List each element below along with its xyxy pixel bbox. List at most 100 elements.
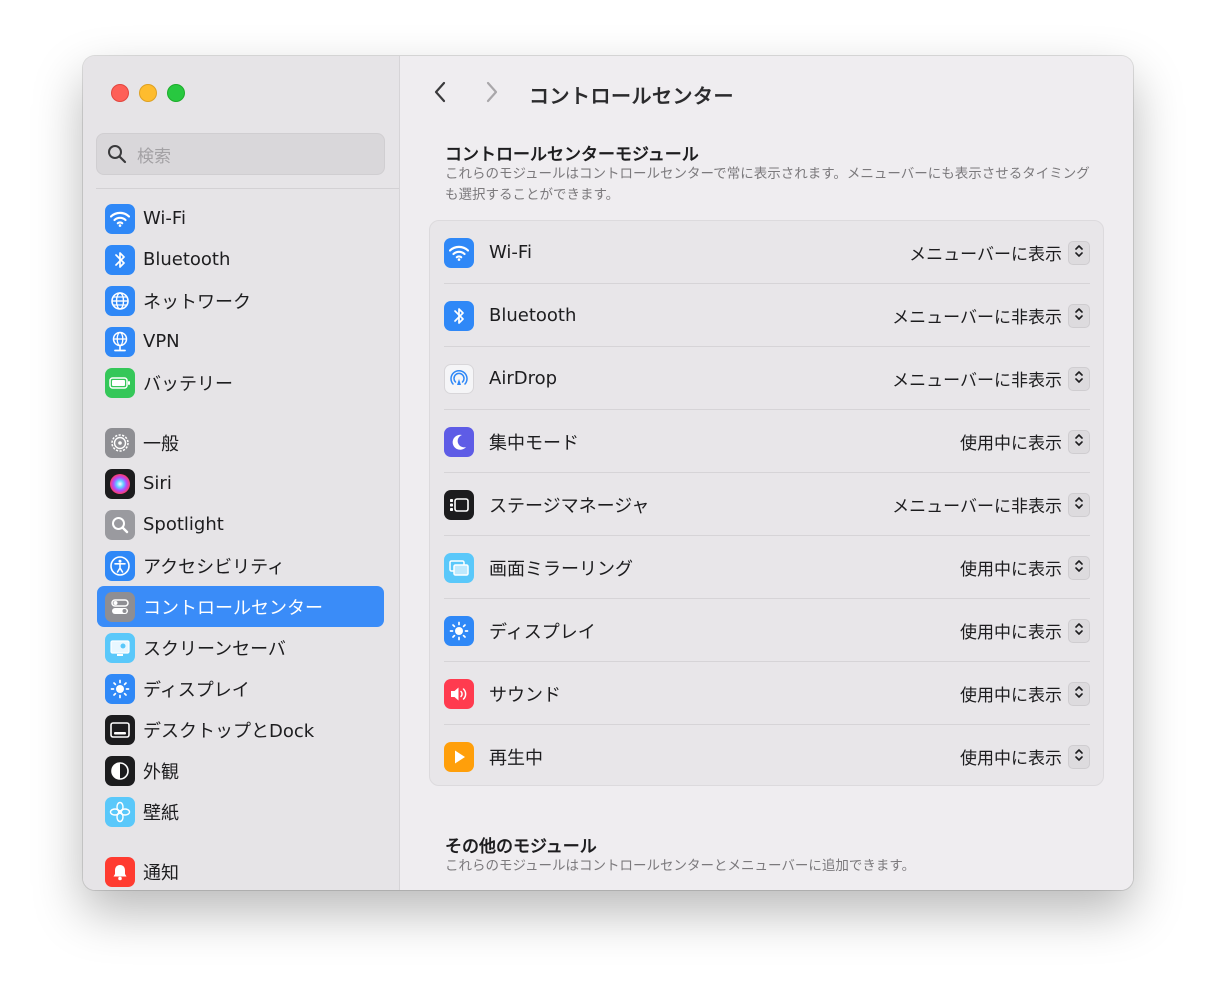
sidebar-item-siri[interactable]: Siri bbox=[97, 463, 384, 504]
module-row-focus: 集中モード 使用中に表示 bbox=[444, 410, 1090, 473]
sidebar-item-appearance[interactable]: 外観 bbox=[97, 750, 384, 791]
siri-icon bbox=[105, 468, 135, 499]
sidebar-divider bbox=[96, 188, 399, 189]
sidebar-item-accessibility[interactable]: アクセシビリティ bbox=[97, 545, 384, 586]
sidebar-item-notifications[interactable]: 通知 bbox=[97, 851, 384, 890]
play-icon bbox=[444, 741, 474, 772]
sidebar-item-label: Wi-Fi bbox=[143, 208, 186, 229]
sidebar-item-screensaver[interactable]: スクリーンセーバ bbox=[97, 627, 384, 668]
sun-icon bbox=[444, 615, 474, 646]
module-visibility-select[interactable]: 使用中に表示 bbox=[960, 429, 1062, 454]
sidebar-item-label: デスクトップとDock bbox=[143, 720, 315, 742]
chevron-up-down-icon bbox=[1074, 369, 1084, 389]
sidebar-item-vpn[interactable]: VPN bbox=[97, 321, 384, 362]
chevron-up-down-icon bbox=[1074, 306, 1084, 326]
popup-stepper[interactable] bbox=[1068, 744, 1090, 769]
popup-stepper[interactable] bbox=[1068, 240, 1090, 265]
appearance-icon bbox=[105, 755, 135, 786]
popup-stepper[interactable] bbox=[1068, 429, 1090, 454]
chevron-up-down-icon bbox=[1074, 747, 1084, 767]
sidebar-item-spotlight[interactable]: Spotlight bbox=[97, 504, 384, 545]
section-description-other-modules: これらのモジュールはコントロールセンターとメニューバーに追加できます。 bbox=[445, 858, 916, 874]
sun-icon bbox=[105, 673, 135, 704]
speaker-icon bbox=[444, 678, 474, 709]
popup-stepper[interactable] bbox=[1068, 492, 1090, 517]
sidebar-item-label: Bluetooth bbox=[143, 249, 231, 270]
popup-stepper[interactable] bbox=[1068, 366, 1090, 391]
minimize-window-button[interactable] bbox=[139, 84, 157, 102]
sidebar-item-label: バッテリー bbox=[143, 373, 233, 395]
popup-stepper[interactable] bbox=[1068, 618, 1090, 643]
screen-mirroring-icon bbox=[444, 552, 474, 583]
sidebar-item-label: 外観 bbox=[143, 761, 179, 783]
control-center-icon bbox=[105, 591, 135, 622]
page-title: コントロールセンター bbox=[529, 84, 734, 108]
sidebar-item-general[interactable]: 一般 bbox=[97, 422, 384, 463]
sidebar-item-label: アクセシビリティ bbox=[143, 556, 286, 578]
popup-stepper[interactable] bbox=[1068, 555, 1090, 580]
module-row-wifi: Wi-Fi メニューバーに表示 bbox=[444, 221, 1090, 284]
module-row-bluetooth: Bluetooth メニューバーに非表示 bbox=[444, 284, 1090, 347]
sidebar-item-wifi[interactable]: Wi-Fi bbox=[97, 198, 384, 239]
chevron-up-down-icon bbox=[1074, 684, 1084, 704]
module-visibility-select[interactable]: 使用中に表示 bbox=[960, 618, 1062, 643]
sidebar-item-desktop-dock[interactable]: デスクトップとDock bbox=[97, 709, 384, 750]
settings-window: 検索 Wi-Fi Bluetooth ネットワーク VPN バッテリー 一般 S… bbox=[83, 56, 1133, 890]
section-title-modules: コントロールセンターモジュール bbox=[445, 145, 699, 165]
dock-icon bbox=[105, 714, 135, 745]
module-label: Bluetooth bbox=[489, 305, 577, 326]
sidebar-item-label: 一般 bbox=[143, 433, 179, 455]
stage-manager-icon bbox=[444, 489, 474, 520]
chevron-left-icon bbox=[433, 80, 447, 108]
bell-icon bbox=[105, 856, 135, 887]
module-label: AirDrop bbox=[489, 368, 558, 389]
sidebar-item-label: スクリーンセーバ bbox=[143, 638, 286, 660]
sidebar-item-displays[interactable]: ディスプレイ bbox=[97, 668, 384, 709]
accessibility-icon bbox=[105, 550, 135, 581]
sidebar-item-bluetooth[interactable]: Bluetooth bbox=[97, 239, 384, 280]
module-visibility-select[interactable]: 使用中に表示 bbox=[960, 744, 1062, 769]
module-label: 集中モード bbox=[489, 432, 579, 454]
sidebar: 検索 Wi-Fi Bluetooth ネットワーク VPN バッテリー 一般 S… bbox=[83, 56, 400, 890]
section-description-modules: これらのモジュールはコントロールセンターで常に表示されます。メニューバーにも表示… bbox=[445, 166, 1090, 203]
sidebar-item-battery[interactable]: バッテリー bbox=[97, 362, 384, 403]
module-visibility-select[interactable]: 使用中に表示 bbox=[960, 681, 1062, 706]
popup-stepper[interactable] bbox=[1068, 681, 1090, 706]
sidebar-item-network[interactable]: ネットワーク bbox=[97, 280, 384, 321]
sidebar-item-label: Spotlight bbox=[143, 514, 224, 535]
module-row-sound: サウンド 使用中に表示 bbox=[444, 662, 1090, 725]
popup-stepper[interactable] bbox=[1068, 303, 1090, 328]
module-label: 画面ミラーリング bbox=[489, 558, 633, 580]
globe-icon bbox=[105, 285, 135, 316]
zoom-window-button[interactable] bbox=[167, 84, 185, 102]
module-row-airdrop: AirDrop メニューバーに非表示 bbox=[444, 347, 1090, 410]
chevron-up-down-icon bbox=[1074, 495, 1084, 515]
close-window-button[interactable] bbox=[111, 84, 129, 102]
forward-button[interactable] bbox=[482, 81, 502, 107]
chevron-up-down-icon bbox=[1074, 432, 1084, 452]
sidebar-item-label: 通知 bbox=[143, 862, 179, 884]
search-input[interactable]: 検索 bbox=[96, 133, 385, 175]
module-visibility-select[interactable]: メニューバーに非表示 bbox=[892, 366, 1062, 391]
sidebar-item-wallpaper[interactable]: 壁紙 bbox=[97, 791, 384, 832]
module-visibility-select[interactable]: メニューバーに非表示 bbox=[892, 492, 1062, 517]
module-row-stage-manager: ステージマネージャ メニューバーに非表示 bbox=[444, 473, 1090, 536]
sidebar-item-control-center[interactable]: コントロールセンター bbox=[97, 586, 384, 627]
section-title-other-modules: その他のモジュール bbox=[445, 837, 597, 857]
module-label: ディスプレイ bbox=[489, 621, 596, 643]
back-button[interactable] bbox=[430, 81, 450, 107]
sidebar-item-label: コントロールセンター bbox=[143, 597, 323, 619]
chevron-up-down-icon bbox=[1074, 243, 1084, 263]
module-visibility-select[interactable]: メニューバーに非表示 bbox=[892, 303, 1062, 328]
vpn-globe-icon bbox=[105, 326, 135, 357]
module-label: 再生中 bbox=[489, 747, 543, 769]
search-icon bbox=[107, 144, 127, 164]
screensaver-icon bbox=[105, 632, 135, 663]
module-label: サウンド bbox=[489, 684, 561, 706]
module-visibility-select[interactable]: 使用中に表示 bbox=[960, 555, 1062, 580]
module-visibility-select[interactable]: メニューバーに表示 bbox=[909, 240, 1062, 265]
sidebar-item-label: Siri bbox=[143, 473, 172, 494]
flower-icon bbox=[105, 796, 135, 827]
